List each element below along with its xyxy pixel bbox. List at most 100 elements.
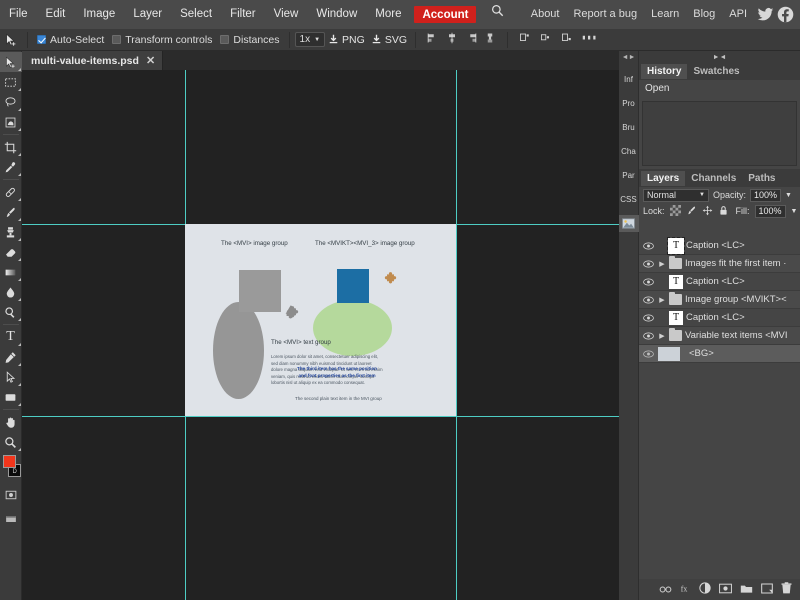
- layer-mask-icon[interactable]: [719, 581, 732, 599]
- table-row[interactable]: T Caption <LC>: [639, 309, 800, 327]
- distribute-center-icon[interactable]: [540, 32, 553, 47]
- tab-channels[interactable]: Channels: [685, 171, 742, 186]
- tab-layers[interactable]: Layers: [641, 170, 686, 186]
- color-swatches[interactable]: D: [0, 455, 22, 479]
- history-list-body[interactable]: [642, 101, 797, 166]
- account-button[interactable]: Account: [414, 6, 477, 23]
- group-folder-icon[interactable]: [669, 255, 682, 269]
- menu-filter[interactable]: Filter: [221, 0, 265, 29]
- adjustment-layer-icon[interactable]: [699, 581, 711, 599]
- menu-api[interactable]: API: [722, 0, 754, 29]
- lock-all-icon[interactable]: [718, 205, 729, 218]
- distribute-left-icon[interactable]: [519, 32, 532, 47]
- foreground-color-swatch[interactable]: [2, 455, 16, 468]
- eye-icon[interactable]: [642, 241, 655, 250]
- menu-blog[interactable]: Blog: [686, 0, 722, 29]
- layer-style-icon[interactable]: fx: [680, 581, 691, 599]
- pen-tool[interactable]: [0, 347, 22, 367]
- layer-name[interactable]: Caption <LC>: [686, 240, 745, 251]
- auto-select-checkbox[interactable]: [37, 35, 46, 44]
- second-plain-text[interactable]: The second plain text item in the MVI gr…: [295, 396, 382, 401]
- table-row[interactable]: ▶ Images fit the first item ·: [639, 255, 800, 273]
- text-layer-thumbnail[interactable]: T: [669, 310, 683, 325]
- layer-name[interactable]: Image group <MVIKT><: [685, 294, 787, 305]
- group-folder-icon[interactable]: [669, 291, 682, 305]
- gray-ellipse-shape[interactable]: [213, 302, 264, 399]
- magic-wand-tool[interactable]: [0, 112, 22, 132]
- table-row[interactable]: ▶ Variable text items <MVI: [639, 327, 800, 345]
- menu-edit[interactable]: Edit: [37, 0, 75, 29]
- distances-checkbox[interactable]: [220, 35, 230, 44]
- zoom-level-select[interactable]: 1x ▼: [294, 32, 326, 47]
- artboard[interactable]: The <MVI> image group The <MVIKT><MVI_3>…: [185, 224, 456, 416]
- align-right-icon[interactable]: [465, 32, 477, 47]
- rail-tab-info[interactable]: Inf: [619, 70, 639, 88]
- transform-controls-checkbox[interactable]: [112, 35, 122, 44]
- lock-image-icon[interactable]: [686, 205, 697, 218]
- close-icon[interactable]: ✕: [146, 54, 155, 67]
- reset-colors-label[interactable]: D: [13, 469, 17, 475]
- export-svg-button[interactable]: SVG: [368, 34, 410, 46]
- menu-report-bug[interactable]: Report a bug: [566, 0, 644, 29]
- zoom-tool[interactable]: [0, 432, 22, 452]
- align-left-icon[interactable]: [427, 32, 439, 47]
- fill-dropdown-icon[interactable]: ▼: [791, 208, 798, 215]
- layer-list[interactable]: T Caption <LC> ▶ Images fit the first it…: [639, 237, 800, 574]
- new-group-icon[interactable]: [740, 581, 753, 599]
- chevron-right-icon[interactable]: ▶: [658, 332, 666, 340]
- layer-name[interactable]: Images fit the first item ·: [685, 258, 786, 269]
- gray-square-shape[interactable]: [239, 270, 281, 312]
- crop-tool[interactable]: [0, 137, 22, 157]
- type-tool[interactable]: T: [0, 327, 22, 347]
- eye-icon[interactable]: [642, 295, 655, 304]
- text-layer-thumbnail[interactable]: T: [667, 237, 685, 255]
- menu-file[interactable]: File: [0, 0, 37, 29]
- tab-paths[interactable]: Paths: [742, 171, 781, 186]
- blur-tool[interactable]: [0, 282, 22, 302]
- clone-stamp-tool[interactable]: [0, 222, 22, 242]
- tab-history[interactable]: History: [641, 64, 688, 79]
- fill-value[interactable]: 100%: [754, 204, 786, 218]
- path-select-tool[interactable]: [0, 367, 22, 387]
- image-icon[interactable]: [618, 215, 639, 232]
- group-folder-icon[interactable]: [669, 327, 682, 341]
- move-tool-icon[interactable]: [0, 33, 22, 47]
- text-layer-thumbnail[interactable]: T: [669, 274, 683, 289]
- table-row[interactable]: T Caption <LC>: [639, 237, 800, 255]
- distribute-right-icon[interactable]: [561, 32, 574, 47]
- blue-square-shape[interactable]: [337, 269, 369, 303]
- canvas-area[interactable]: The <MVI> image group The <MVIKT><MVI_3>…: [22, 70, 619, 600]
- history-item-open[interactable]: Open: [639, 80, 800, 98]
- table-row[interactable]: <BG>: [639, 345, 800, 363]
- eyedropper-tool[interactable]: [0, 157, 22, 177]
- chevron-right-icon[interactable]: ▶: [658, 260, 666, 268]
- eye-icon[interactable]: [642, 259, 655, 268]
- distribute-horizontal-icon[interactable]: [582, 32, 597, 47]
- menu-layer[interactable]: Layer: [124, 0, 171, 29]
- new-layer-icon[interactable]: [761, 581, 773, 599]
- layer-name[interactable]: Variable text items <MVI: [685, 330, 788, 341]
- rail-tab-brushes[interactable]: Bru: [619, 118, 639, 136]
- quick-mask-icon[interactable]: [0, 485, 22, 505]
- lock-transparency-icon[interactable]: [669, 204, 681, 218]
- delete-layer-icon[interactable]: [781, 581, 792, 599]
- menu-view[interactable]: View: [265, 0, 308, 29]
- menu-about[interactable]: About: [524, 0, 567, 29]
- eraser-tool[interactable]: [0, 242, 22, 262]
- healing-brush-tool[interactable]: [0, 182, 22, 202]
- opacity-dropdown-icon[interactable]: ▼: [785, 192, 792, 199]
- lock-position-icon[interactable]: [702, 205, 713, 218]
- rail-tab-character[interactable]: Cha: [619, 142, 639, 160]
- eye-icon[interactable]: [642, 313, 655, 322]
- eye-icon[interactable]: [642, 277, 655, 286]
- rail-tab-paragraph[interactable]: Par: [619, 166, 639, 184]
- tan-puzzle-icon[interactable]: [382, 270, 399, 292]
- eye-icon[interactable]: [642, 349, 655, 358]
- blend-mode-select[interactable]: Normal ▼: [643, 188, 709, 202]
- twitter-icon[interactable]: [757, 6, 774, 23]
- dodge-tool[interactable]: [0, 302, 22, 322]
- gradient-tool[interactable]: [0, 262, 22, 282]
- auto-select-option[interactable]: Auto-Select: [33, 34, 108, 46]
- search-icon[interactable]: [482, 0, 513, 29]
- collapse-panel-icon[interactable]: ►◄: [639, 51, 800, 63]
